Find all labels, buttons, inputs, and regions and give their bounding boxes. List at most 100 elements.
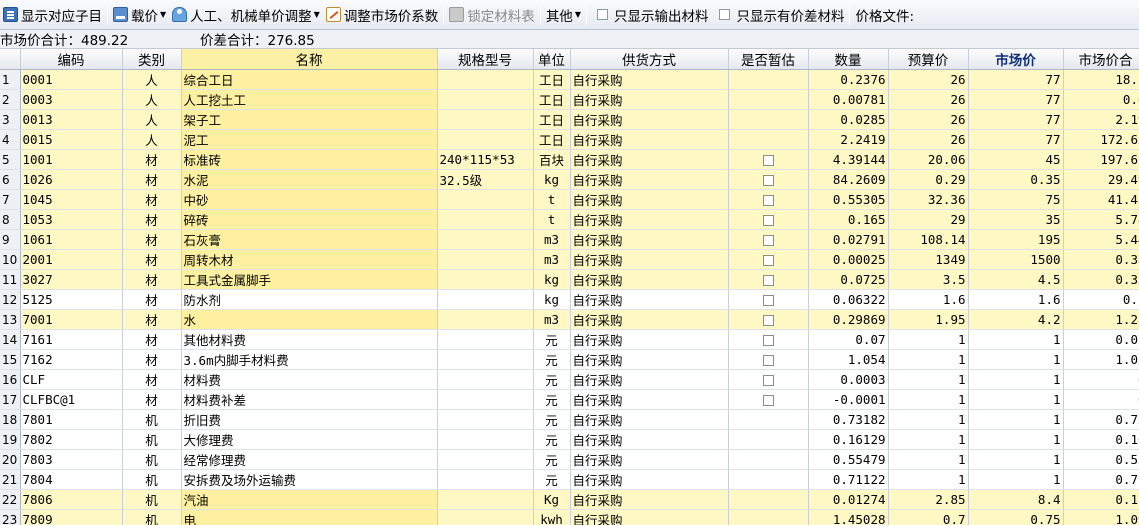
- unit-cell[interactable]: 元: [533, 449, 571, 470]
- unit-cell[interactable]: kg: [533, 289, 571, 310]
- type-cell[interactable]: 材: [122, 229, 182, 250]
- unit-cell[interactable]: t: [533, 189, 571, 210]
- name-cell[interactable]: 折旧费: [181, 409, 438, 430]
- budget-cell[interactable]: 1: [888, 429, 969, 450]
- market-price-cell[interactable]: 4.5: [968, 269, 1064, 290]
- spec-cell[interactable]: [437, 469, 534, 490]
- unit-cell[interactable]: 工日: [533, 89, 571, 110]
- supply-cell[interactable]: 自行采购: [570, 429, 729, 450]
- estimate-checkbox[interactable]: [762, 215, 774, 226]
- market-total-cell[interactable]: 0: [1063, 389, 1139, 410]
- market-price-cell[interactable]: 1: [968, 429, 1064, 450]
- market-price-cell[interactable]: 1: [968, 449, 1064, 470]
- market-total-cell[interactable]: 0.1: [1063, 289, 1139, 310]
- name-cell[interactable]: 材料费: [181, 369, 438, 390]
- code-cell[interactable]: 7804: [20, 469, 123, 490]
- col-header-qty[interactable]: 数量: [808, 49, 889, 70]
- table-row[interactable]: 237809机电kwh自行采购1.450280.70.751.090: [0, 509, 1139, 525]
- market-total-cell[interactable]: 172.63: [1063, 129, 1139, 150]
- type-cell[interactable]: 人: [122, 89, 182, 110]
- market-price-cell[interactable]: 77: [968, 69, 1064, 90]
- table-row[interactable]: 30013人架子工 工日自行采购 0.028526772.19: [0, 109, 1139, 130]
- qty-cell[interactable]: 0.16129: [808, 429, 889, 450]
- table-row[interactable]: 71045材中砂t自行采购0.5530532.367541.4842: [0, 189, 1139, 210]
- market-price-cell[interactable]: 1: [968, 409, 1064, 430]
- table-row[interactable]: 17CLFBC@1材材料费补差元自行采购-0.0001110: [0, 389, 1139, 410]
- estimate-cell[interactable]: [728, 349, 809, 370]
- estimate-cell[interactable]: [728, 209, 809, 230]
- qty-cell[interactable]: -0.0001: [808, 389, 889, 410]
- budget-cell[interactable]: 20.06: [888, 149, 969, 170]
- spec-cell[interactable]: [437, 389, 534, 410]
- budget-cell[interactable]: 26: [888, 129, 969, 150]
- table-row[interactable]: 81053材碎砖 t自行采购 0.16529355.78: [0, 209, 1139, 230]
- lock-table-button[interactable]: 锁定材料表: [446, 2, 538, 28]
- spec-cell[interactable]: [437, 109, 534, 130]
- supply-cell[interactable]: 自行采购: [570, 449, 729, 470]
- col-header-market[interactable]: 市场价: [968, 49, 1064, 70]
- qty-cell[interactable]: 0.55305: [808, 189, 889, 210]
- market-total-cell[interactable]: 0.6: [1063, 89, 1139, 110]
- table-row[interactable]: 113027材工具式金属脚手 kg自行采购 0.07253.54.50.33: [0, 269, 1139, 290]
- budget-cell[interactable]: 1: [888, 329, 969, 350]
- budget-cell[interactable]: 1: [888, 349, 969, 370]
- qty-cell[interactable]: 0.0003: [808, 369, 889, 390]
- qty-cell[interactable]: 84.2609: [808, 169, 889, 190]
- unit-cell[interactable]: m3: [533, 229, 571, 250]
- market-total-cell[interactable]: 5.78: [1063, 209, 1139, 230]
- table-row[interactable]: 91061材石灰膏m3自行采购0.02791108.141955.4486: [0, 229, 1139, 250]
- unit-cell[interactable]: m3: [533, 309, 571, 330]
- market-total-cell[interactable]: 0: [1063, 369, 1139, 390]
- name-cell[interactable]: 工具式金属脚手: [181, 269, 438, 290]
- market-price-cell[interactable]: 0.75: [968, 509, 1064, 525]
- supply-cell[interactable]: 自行采购: [570, 469, 729, 490]
- table-row[interactable]: 40015人泥工 工日自行采购 2.24192677172.63: [0, 129, 1139, 150]
- type-cell[interactable]: 机: [122, 449, 182, 470]
- budget-cell[interactable]: 26: [888, 89, 969, 110]
- unit-cell[interactable]: kg: [533, 269, 571, 290]
- unit-cell[interactable]: 元: [533, 349, 571, 370]
- budget-cell[interactable]: 1.95: [888, 309, 969, 330]
- estimate-checkbox[interactable]: [762, 395, 774, 406]
- table-row[interactable]: 61026材水泥32.5级kg自行采购84.26090.290.3529.490: [0, 169, 1139, 190]
- estimate-checkbox[interactable]: [762, 335, 774, 346]
- name-cell[interactable]: 3.6m内脚手材料费: [181, 349, 438, 370]
- spec-cell[interactable]: [437, 89, 534, 110]
- type-cell[interactable]: 材: [122, 269, 182, 290]
- code-cell[interactable]: 1045: [20, 189, 123, 210]
- type-cell[interactable]: 材: [122, 169, 182, 190]
- budget-cell[interactable]: 26: [888, 69, 969, 90]
- labor-machine-adjust-button[interactable]: 人工、机械单价调整 ▼: [169, 2, 323, 28]
- market-price-cell[interactable]: 1: [968, 329, 1064, 350]
- unit-cell[interactable]: m3: [533, 249, 571, 270]
- market-price-cell[interactable]: 77: [968, 109, 1064, 130]
- market-total-cell[interactable]: 0.71: [1063, 469, 1139, 490]
- code-cell[interactable]: 0001: [20, 69, 123, 90]
- supply-cell[interactable]: 自行采购: [570, 369, 729, 390]
- unit-cell[interactable]: t: [533, 209, 571, 230]
- table-row[interactable]: 207803机经常修理费元自行采购0.55479110.55: [0, 449, 1139, 470]
- market-total-cell[interactable]: 1.25: [1063, 309, 1139, 330]
- unit-cell[interactable]: 百块: [533, 149, 571, 170]
- type-cell[interactable]: 人: [122, 109, 182, 130]
- type-cell[interactable]: 材: [122, 249, 182, 270]
- budget-cell[interactable]: 1.6: [888, 289, 969, 310]
- code-cell[interactable]: 0013: [20, 109, 123, 130]
- market-total-cell[interactable]: 41.48: [1063, 189, 1139, 210]
- qty-cell[interactable]: 0.2376: [808, 69, 889, 90]
- type-cell[interactable]: 材: [122, 369, 182, 390]
- code-cell[interactable]: CLFBC@1: [20, 389, 123, 410]
- unit-cell[interactable]: 工日: [533, 129, 571, 150]
- market-price-cell[interactable]: 4.2: [968, 309, 1064, 330]
- market-price-cell[interactable]: 75: [968, 189, 1064, 210]
- name-cell[interactable]: 安拆费及场外运输费: [181, 469, 438, 490]
- spec-cell[interactable]: [437, 489, 534, 510]
- market-price-cell[interactable]: 77: [968, 89, 1064, 110]
- estimate-cell[interactable]: [728, 169, 809, 190]
- name-cell[interactable]: 中砂: [181, 189, 438, 210]
- name-cell[interactable]: 防水剂: [181, 289, 438, 310]
- col-header-name[interactable]: 名称: [181, 49, 438, 70]
- code-cell[interactable]: 7162: [20, 349, 123, 370]
- supply-cell[interactable]: 自行采购: [570, 229, 729, 250]
- budget-cell[interactable]: 1349: [888, 249, 969, 270]
